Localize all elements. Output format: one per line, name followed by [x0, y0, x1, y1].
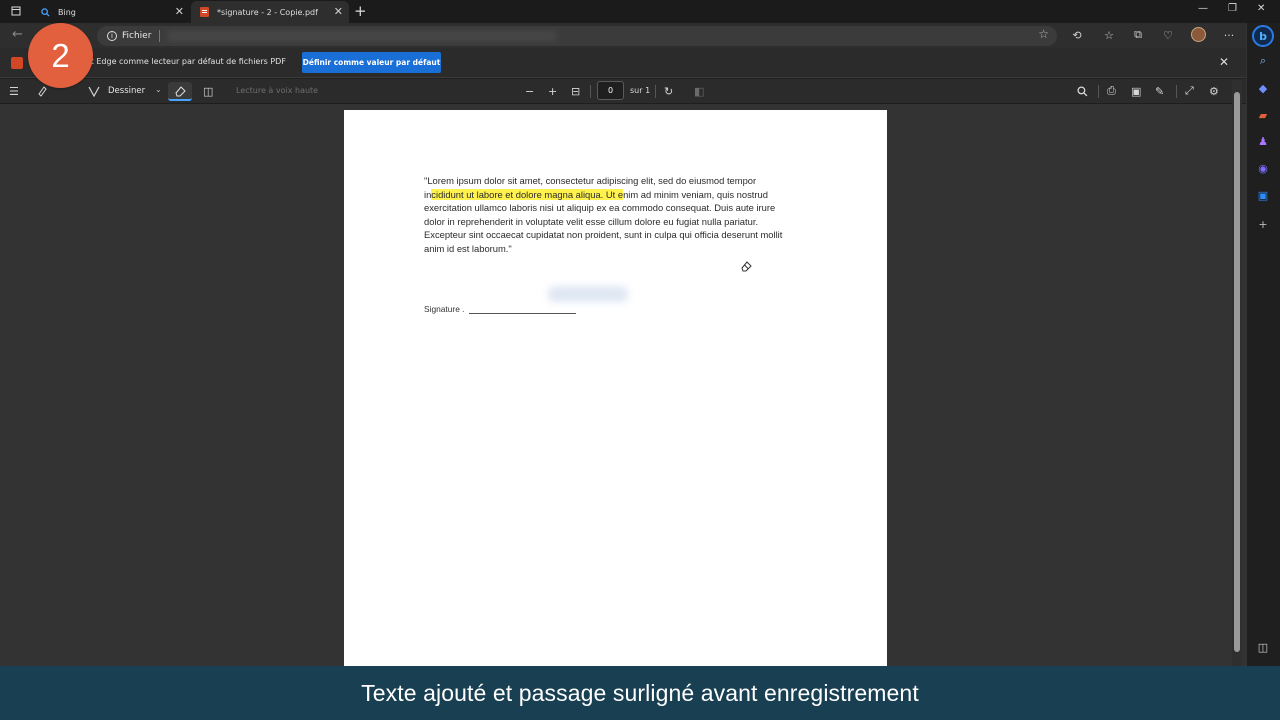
- infobar-message: ft Edge comme lecteur par défaut de fich…: [88, 57, 286, 66]
- toolbar-divider: [655, 85, 656, 98]
- tab-title: *signature - 2 - Copie.pdf: [217, 7, 318, 17]
- zoom-in-icon[interactable]: +: [548, 84, 557, 98]
- tab-title: Bing: [58, 7, 76, 17]
- new-tab-icon[interactable]: +: [354, 2, 367, 20]
- text-line: "Lorem ipsum dolor sit amet, consectetur…: [424, 175, 757, 186]
- edge-sidebar: b ⌕ ◆ ▰ ♟ ◉ ▣ + ◫ ⚙: [1246, 23, 1280, 720]
- file-scheme-label: Fichier: [122, 31, 152, 41]
- favorites-icon[interactable]: ☆: [1102, 28, 1116, 42]
- default-reader-infobar: ft Edge comme lecteur par défaut de fich…: [0, 48, 1246, 78]
- read-aloud-button[interactable]: Lecture à voix haute: [236, 86, 318, 95]
- hide-sidebar-icon[interactable]: ◫: [1255, 639, 1271, 655]
- blurred-signature: [548, 286, 628, 302]
- close-infobar-icon[interactable]: ✕: [1219, 55, 1229, 69]
- close-window-icon[interactable]: ✕: [1257, 3, 1265, 14]
- tab-actions-button[interactable]: [6, 3, 26, 19]
- tab-actions-icon: [11, 6, 21, 16]
- office-icon[interactable]: ◉: [1255, 160, 1271, 176]
- zoom-out-icon[interactable]: −: [525, 84, 534, 98]
- print-icon[interactable]: ⎙: [1107, 84, 1116, 98]
- copilot-icon[interactable]: b: [1252, 25, 1274, 47]
- text-line: dolor in reprehenderit in voluptate veli…: [424, 215, 759, 227]
- search-icon[interactable]: [1077, 84, 1088, 98]
- signature-label: Signature .: [424, 304, 465, 314]
- browser-essentials-icon[interactable]: ♡: [1161, 28, 1175, 42]
- save-icon[interactable]: ▣: [1131, 84, 1141, 98]
- signature-line[interactable]: [468, 306, 576, 314]
- tab-strip: Bing ✕ *signature - 2 - Copie.pdf ✕ + — …: [0, 0, 1280, 23]
- table-of-contents-icon[interactable]: ☰: [9, 84, 19, 98]
- text-line: incididunt ut labore et dolore magna ali…: [424, 188, 768, 200]
- favorite-star-icon[interactable]: ☆: [1038, 27, 1049, 41]
- tutorial-caption: Texte ajouté et passage surligné avant e…: [0, 666, 1280, 720]
- search-icon: [40, 7, 50, 17]
- immersive-reader-icon[interactable]: ◫: [203, 84, 213, 98]
- toolbar-divider: [1098, 85, 1099, 98]
- pdf-viewer-canvas[interactable]: "Lorem ipsum dolor sit amet, consectetur…: [0, 104, 1246, 720]
- pdf-toolbar: ☰ Dessiner ⌄ ◫ Lecture à voix haute − + …: [0, 79, 1246, 104]
- draw-label[interactable]: Dessiner: [108, 86, 145, 96]
- outlook-icon[interactable]: ▣: [1255, 187, 1271, 203]
- restore-icon[interactable]: ❐: [1228, 3, 1237, 14]
- signature-field[interactable]: Signature .: [424, 286, 628, 314]
- rotate-icon[interactable]: ↻: [664, 84, 673, 98]
- pdf-icon: [199, 7, 209, 17]
- chip-divider: [159, 30, 161, 42]
- fullscreen-icon[interactable]: ⤢: [1185, 84, 1194, 98]
- info-icon: i: [107, 31, 117, 41]
- more-menu-icon[interactable]: ···: [1222, 28, 1236, 42]
- tools-icon[interactable]: ▰: [1255, 107, 1271, 123]
- highlighted-passage[interactable]: cididunt ut labore et dolore magna aliqu…: [431, 188, 624, 200]
- fit-to-page-icon[interactable]: ⊟: [571, 84, 580, 98]
- pdf-app-icon: [11, 57, 23, 69]
- document-paragraph[interactable]: "Lorem ipsum dolor sit amet, consectetur…: [424, 174, 824, 256]
- search-icon[interactable]: ⌕: [1255, 53, 1271, 69]
- close-tab-icon[interactable]: ✕: [175, 5, 184, 18]
- eraser-tool-button[interactable]: [168, 82, 192, 101]
- page-view-icon[interactable]: ◧: [694, 84, 704, 98]
- tab-bing[interactable]: Bing ✕: [32, 1, 190, 23]
- chevron-down-icon[interactable]: ⌄: [155, 85, 162, 94]
- tab-pdf[interactable]: *signature - 2 - Copie.pdf ✕: [191, 1, 349, 23]
- page-total-label: sur 1: [630, 86, 651, 95]
- blurred-url: [167, 30, 557, 42]
- save-as-icon[interactable]: ✎: [1155, 84, 1164, 98]
- site-info-chip[interactable]: i Fichier: [107, 29, 161, 43]
- eraser-cursor-icon: [741, 261, 752, 272]
- page-number-input[interactable]: [597, 81, 624, 100]
- address-bar-row: ← i Fichier ☆ ⟲ ☆ ⧉ ♡ ···: [0, 23, 1246, 48]
- address-bar[interactable]: i Fichier ☆: [97, 26, 1057, 46]
- games-icon[interactable]: ♟: [1255, 133, 1271, 149]
- draw-icon[interactable]: [88, 84, 100, 98]
- text-line: Excepteur sint occaecat cupidatat non pr…: [424, 229, 783, 241]
- step-number-badge: 2: [28, 23, 93, 88]
- eraser-icon: [175, 85, 186, 96]
- collections-icon[interactable]: ⧉: [1131, 28, 1145, 42]
- text-line: anim id est laborum.": [424, 242, 512, 254]
- highlight-icon[interactable]: [36, 84, 48, 98]
- pdf-page[interactable]: "Lorem ipsum dolor sit amet, consectetur…: [344, 110, 887, 680]
- set-default-button[interactable]: Définir comme valeur par défaut: [302, 52, 441, 73]
- close-tab-icon[interactable]: ✕: [334, 5, 343, 18]
- toolbar-divider: [590, 85, 591, 98]
- toolbar-divider: [1176, 85, 1177, 98]
- text-line: exercitation ullamco laboris nisi ut ali…: [424, 202, 776, 214]
- profile-avatar[interactable]: [1191, 27, 1206, 42]
- minimize-icon[interactable]: —: [1198, 3, 1208, 14]
- back-icon[interactable]: ←: [12, 27, 23, 42]
- vertical-scrollbar[interactable]: [1232, 80, 1242, 666]
- extensions-icon[interactable]: ⟲: [1070, 28, 1084, 42]
- settings-gear-icon[interactable]: ⚙: [1209, 84, 1219, 98]
- add-sidebar-app-icon[interactable]: +: [1255, 216, 1271, 232]
- scrollbar-thumb[interactable]: [1234, 92, 1240, 652]
- shopping-tag-icon[interactable]: ◆: [1255, 80, 1271, 96]
